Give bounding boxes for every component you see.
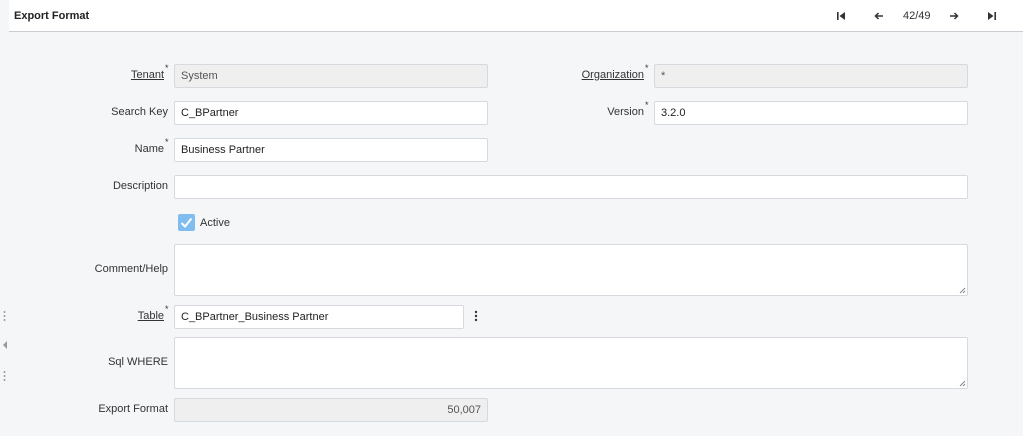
more-options-icon[interactable] [472, 309, 480, 323]
record-counter: 42/49 [903, 10, 931, 22]
tenant-label[interactable]: Tenant [131, 69, 164, 81]
window-header: Export Format 42/49 [9, 0, 1023, 32]
export-format-label: Export Format [98, 403, 168, 415]
version-field[interactable]: 3.2.0 [654, 101, 968, 125]
required-indicator: * [165, 63, 169, 73]
required-indicator: * [165, 304, 169, 314]
search-key-label: Search Key [111, 106, 168, 118]
panel-drag-handle[interactable] [3, 310, 6, 325]
panel-drag-handle[interactable] [3, 370, 6, 385]
description-field[interactable] [174, 175, 968, 199]
sql-where-label: Sql WHERE [108, 356, 168, 368]
name-field[interactable]: Business Partner [174, 138, 488, 162]
window-title: Export Format [14, 10, 90, 22]
required-indicator: * [645, 63, 649, 73]
sql-where-textarea[interactable] [174, 337, 968, 389]
resize-grip-icon[interactable] [959, 287, 966, 294]
description-label: Description [112, 180, 168, 192]
comment-help-textarea[interactable] [174, 244, 968, 296]
export-format-field[interactable]: 50,007 [174, 398, 488, 422]
organization-label[interactable]: Organization [582, 69, 644, 81]
search-key-field[interactable]: C_BPartner [174, 101, 488, 125]
required-indicator: * [165, 137, 169, 147]
table-field[interactable]: C_BPartner_Business Partner [174, 305, 464, 329]
last-record-icon[interactable] [985, 9, 999, 23]
active-label[interactable]: Active [200, 217, 230, 229]
organization-field[interactable]: * [654, 64, 968, 88]
active-checkbox[interactable] [178, 214, 195, 231]
first-record-icon[interactable] [834, 9, 848, 23]
name-label: Name [134, 143, 164, 155]
collapse-panel-icon[interactable] [3, 340, 7, 352]
table-label[interactable]: Table [138, 310, 164, 322]
version-label: Version [607, 106, 644, 118]
resize-grip-icon[interactable] [959, 380, 966, 387]
tenant-field[interactable]: System [174, 64, 488, 88]
next-record-icon[interactable] [947, 9, 961, 23]
previous-record-icon[interactable] [872, 9, 886, 23]
required-indicator: * [645, 100, 649, 110]
comment-help-label: Comment/Help [94, 263, 168, 275]
